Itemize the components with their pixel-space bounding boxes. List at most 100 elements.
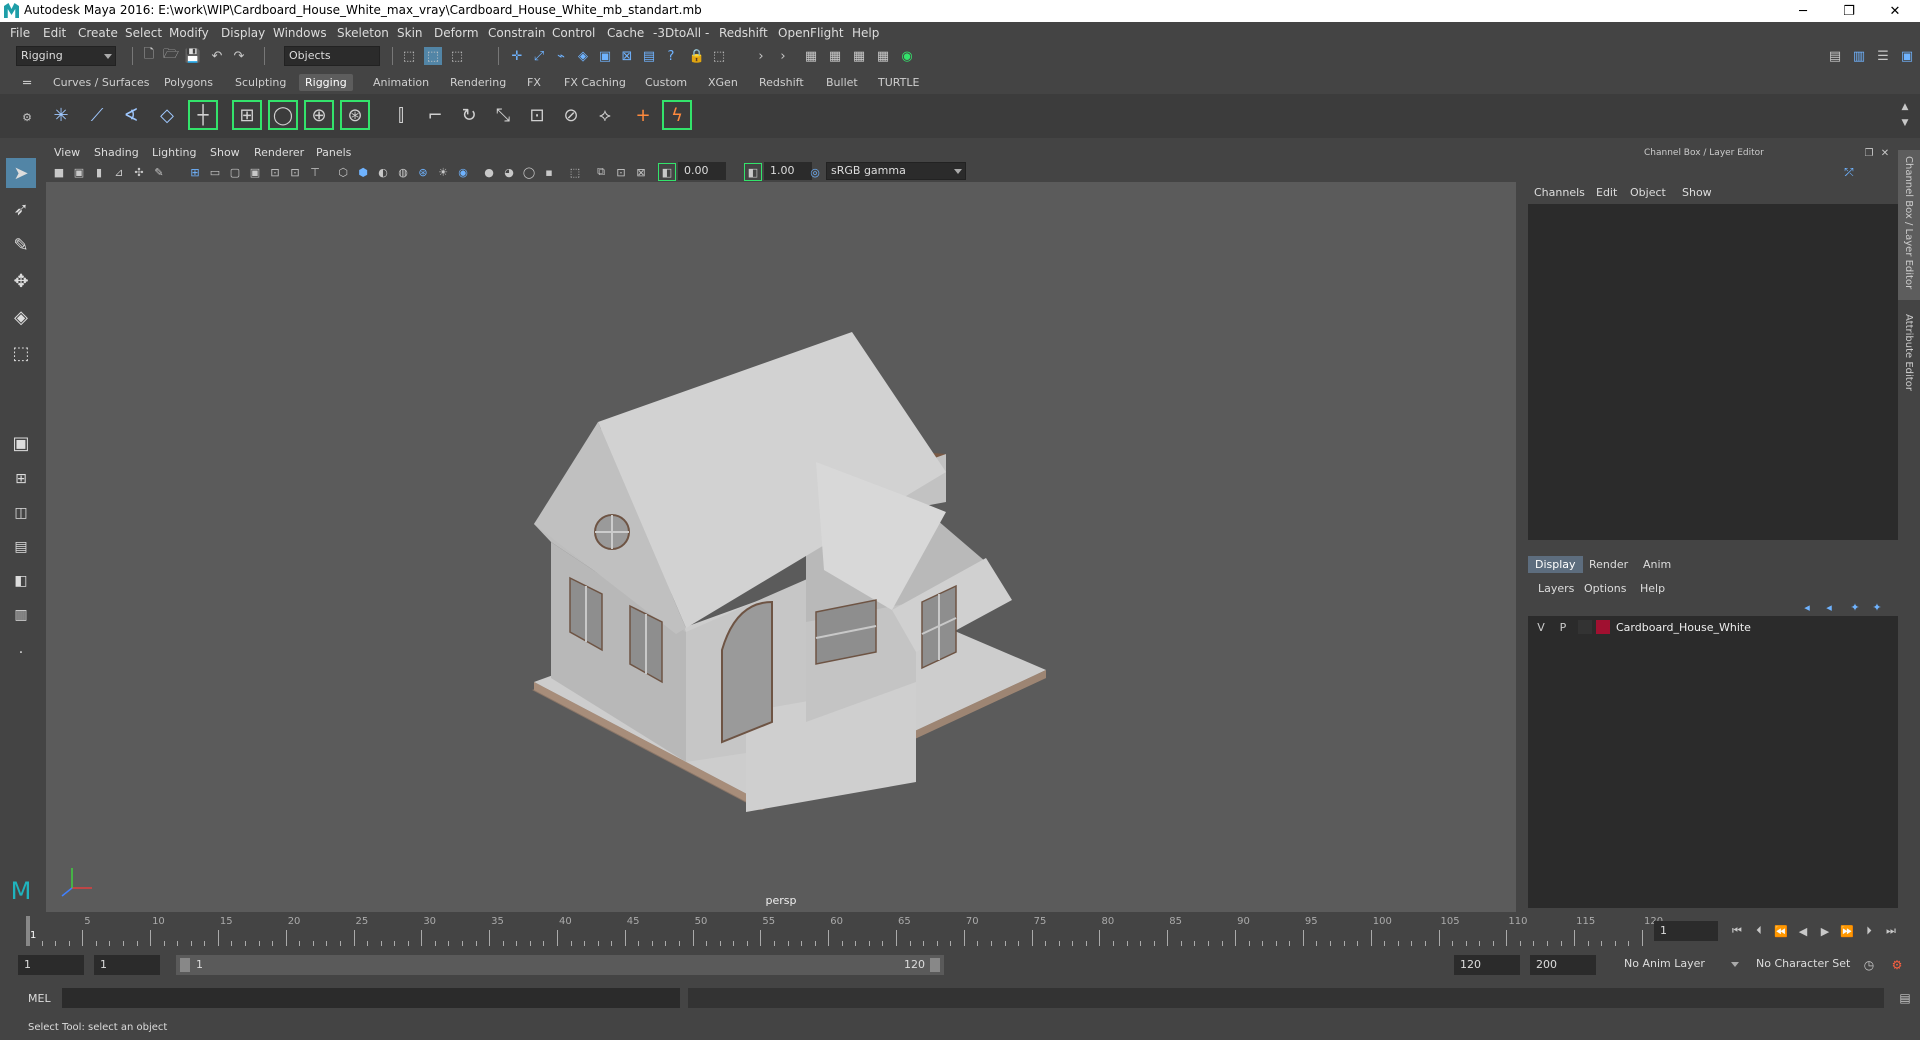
end-time-field[interactable]: 200 — [1530, 955, 1596, 975]
lattice-icon[interactable]: ◯ — [268, 100, 298, 130]
pick-icon[interactable]: ⬚ — [710, 47, 728, 65]
viewport-menu-panels[interactable]: Panels — [316, 146, 351, 159]
menu-file[interactable]: File — [10, 26, 30, 40]
playback-start-field[interactable]: 1 — [94, 955, 160, 975]
options-menu[interactable]: Options — [1584, 582, 1626, 595]
range-slider-bar[interactable]: 1 120 — [176, 955, 944, 975]
tab-display[interactable]: Display — [1528, 556, 1583, 573]
menu-deform[interactable]: Deform — [434, 26, 479, 40]
hypershade-layout-icon[interactable]: ▥ — [6, 600, 36, 630]
minimize-button[interactable]: ─ — [1780, 0, 1826, 22]
viewport-menu-lighting[interactable]: Lighting — [152, 146, 196, 159]
parent-constraint-icon[interactable]: ⫿ — [386, 100, 416, 130]
snap-curve-icon[interactable]: ⤢ — [530, 47, 548, 65]
lasso-tool-icon[interactable]: ➶ — [6, 194, 36, 224]
hik-icon[interactable]: + — [628, 100, 658, 130]
play-forwards-icon[interactable]: ▶ — [1816, 922, 1834, 940]
xray-icon[interactable]: ◉ — [454, 163, 472, 181]
grease-pencil-icon[interactable]: ✎ — [150, 163, 168, 181]
current-time-indicator[interactable] — [26, 916, 30, 946]
snap-view-plane-icon[interactable]: ◈ — [574, 47, 592, 65]
redo-icon[interactable]: ↷ — [230, 47, 248, 65]
menu-create[interactable]: Create — [78, 26, 118, 40]
tab-bullet[interactable]: Bullet — [826, 76, 858, 89]
menu-set-dropdown[interactable]: Rigging — [16, 46, 116, 66]
character-controls-icon[interactable]: ϟ — [662, 100, 692, 130]
close-button[interactable]: ✕ — [1872, 0, 1918, 22]
create-joint-icon[interactable]: ✳ — [46, 100, 76, 130]
menu-skeleton[interactable]: Skeleton — [337, 26, 389, 40]
menu-edit[interactable]: Edit — [43, 26, 66, 40]
snap-live-icon[interactable]: ⊠ — [618, 47, 636, 65]
layer-name[interactable]: Cardboard_House_White — [1616, 621, 1751, 634]
viewport-menu-renderer[interactable]: Renderer — [254, 146, 304, 159]
smooth-shade-icon[interactable]: ⬢ — [354, 163, 372, 181]
auto-key-icon[interactable]: ◷ — [1860, 956, 1878, 974]
scale-tool-icon[interactable]: ⬚ — [6, 338, 36, 368]
tab-fx-caching[interactable]: FX Caching — [564, 76, 626, 89]
snap-surface-icon[interactable]: ▣ — [596, 47, 614, 65]
menu-cache[interactable]: Cache — [607, 26, 644, 40]
new-layer-icon[interactable]: ✦ — [1846, 598, 1864, 616]
motion-blur-icon[interactable]: ◕ — [500, 163, 518, 181]
menu-redshift[interactable]: Redshift — [719, 26, 768, 40]
four-view-layout-icon[interactable]: ⊞ — [6, 464, 36, 494]
graph-editor-layout-icon[interactable]: ◧ — [6, 566, 36, 596]
menu-skin[interactable]: Skin — [397, 26, 423, 40]
layer-color-swatch[interactable] — [1596, 620, 1610, 634]
close-panel-icon[interactable]: ✕ — [1876, 144, 1894, 162]
step-back-key-icon[interactable]: ⏪ — [1772, 922, 1790, 940]
lock-icon[interactable]: 🔒 — [688, 47, 706, 65]
menu-help[interactable]: Help — [852, 26, 879, 40]
hypershade-icon[interactable]: ◉ — [898, 47, 916, 65]
menu-openflight[interactable]: OpenFlight — [778, 26, 844, 40]
undo-icon[interactable]: ↶ — [208, 47, 226, 65]
pole-vector-icon[interactable]: ⊘ — [556, 100, 586, 130]
screen-space-ao-icon[interactable]: ● — [480, 163, 498, 181]
xray-active-icon[interactable]: ⊡ — [612, 163, 630, 181]
select-by-component-icon[interactable]: ⬚ — [448, 47, 466, 65]
channels-menu[interactable]: Channels — [1534, 186, 1585, 199]
move-tool-icon[interactable]: ✥ — [6, 266, 36, 296]
orient-constraint-icon[interactable]: ↻ — [454, 100, 484, 130]
save-scene-icon[interactable]: 💾 — [184, 47, 202, 65]
new-layer-selected-icon[interactable]: ✦ — [1868, 598, 1886, 616]
channel-box-area[interactable] — [1528, 204, 1898, 540]
textured-icon[interactable]: ◍ — [394, 163, 412, 181]
go-to-start-icon[interactable]: ⏮ — [1728, 922, 1746, 940]
wireframe-on-shaded-icon[interactable]: ◐ — [374, 163, 392, 181]
camera-lock-icon[interactable]: ▣ — [70, 163, 88, 181]
tab-animation[interactable]: Animation — [373, 76, 429, 89]
two-panes-layout-icon[interactable]: ◫ — [6, 498, 36, 528]
tab-turtle[interactable]: TURTLE — [878, 76, 919, 89]
symmetry-icon[interactable]: ? — [662, 47, 680, 65]
camera-attributes-icon[interactable]: ■ — [50, 163, 68, 181]
move-layer-up-icon[interactable]: ◂ — [1798, 598, 1816, 616]
anim-layer-dropdown[interactable]: No Anim Layer — [1620, 955, 1742, 975]
restore-button[interactable]: ❐ — [1826, 0, 1872, 22]
start-time-field[interactable]: 1 — [18, 955, 84, 975]
tab-polygons[interactable]: Polygons — [164, 76, 213, 89]
menu-select[interactable]: Select — [125, 26, 162, 40]
playback-end-field[interactable]: 120 — [1454, 955, 1520, 975]
layers-menu[interactable]: Layers — [1538, 582, 1574, 595]
layer-visibility-toggle[interactable]: V — [1534, 621, 1548, 634]
viewport-menu-shading[interactable]: Shading — [94, 146, 139, 159]
go-to-end-icon[interactable]: ⏭ — [1882, 922, 1900, 940]
isolate-select-icon[interactable]: ⬚ — [566, 163, 584, 181]
menu-modify[interactable]: Modify — [169, 26, 209, 40]
select-tool-icon[interactable]: ➤ — [6, 158, 36, 188]
menu-3dtoall[interactable]: -3DtoAll - — [653, 26, 709, 40]
snap-point-icon[interactable]: ⌁ — [552, 47, 570, 65]
workspace-icon[interactable]: ▤ — [1826, 47, 1844, 65]
ipr-render-icon[interactable]: ▦ — [850, 47, 868, 65]
input-ops-icon[interactable]: › — [752, 47, 770, 65]
character-set-dropdown[interactable]: No Character Set — [1752, 955, 1874, 975]
time-slider[interactable]: 1 5 10 15 20 25 30 35 40 45 50 55 60 65 70 75 80 85 90 95 10… — [0, 914, 1920, 948]
render-settings-icon[interactable]: ▦ — [874, 47, 892, 65]
outliner-toggle-icon[interactable]: ☰ — [1874, 47, 1892, 65]
viewport-menu-view[interactable]: View — [54, 146, 80, 159]
tab-curves-surfaces[interactable]: Curves / Surfaces — [53, 76, 150, 89]
aim-constraint-icon[interactable]: ⊡ — [522, 100, 552, 130]
ik-spline-icon[interactable]: ∢ — [116, 100, 146, 130]
